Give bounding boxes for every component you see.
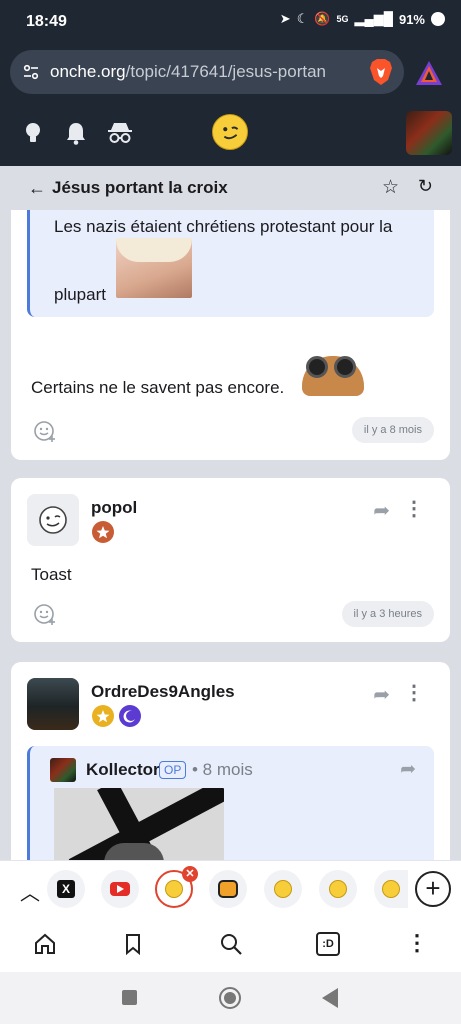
- incognito-icon[interactable]: [106, 120, 134, 146]
- signal-icon: ▂▄▆█: [354, 11, 393, 26]
- author-name[interactable]: OrdreDes9Angles: [91, 682, 235, 702]
- recents-icon[interactable]: [122, 990, 137, 1005]
- more-options-icon[interactable]: ⋮: [404, 496, 424, 521]
- rank-badge-icon: [92, 521, 114, 543]
- tabs-count-icon[interactable]: :D: [316, 932, 340, 956]
- status-bar: 18:49 ➤ ☾ 🔕 5G ▂▄▆█ 91%: [0, 0, 461, 44]
- brave-shields-icon[interactable]: [368, 58, 394, 86]
- new-tab-plus-icon[interactable]: +: [415, 871, 451, 907]
- hamster-sticker: [294, 350, 370, 396]
- url-text[interactable]: onche.org/topic/417641/jesus-portan: [50, 62, 350, 82]
- tab-onche-4[interactable]: [374, 870, 408, 908]
- gold-badge-icon: [92, 705, 114, 727]
- site-logo-icon[interactable]: [212, 114, 248, 150]
- back-arrow-icon[interactable]: ←: [28, 178, 46, 199]
- tab-onche-3[interactable]: [319, 870, 357, 908]
- author-avatar[interactable]: [27, 494, 79, 546]
- tab-youtube[interactable]: [101, 870, 139, 908]
- share-icon[interactable]: ➦: [373, 498, 390, 523]
- user-avatar[interactable]: [406, 111, 452, 155]
- post-timestamp: il y a 3 heures: [341, 601, 434, 627]
- close-tab-icon[interactable]: ✕: [182, 866, 198, 882]
- onche-tab-icon: [329, 880, 347, 898]
- onche-tab-icon: [165, 880, 183, 898]
- author-name[interactable]: popol: [91, 498, 137, 518]
- post-card: popol ➦ ⋮ Toast il y a 3 heures: [11, 478, 450, 642]
- quoted-author-name[interactable]: Kollector: [86, 760, 160, 780]
- topic-title-bar: ← Jésus portant la croix ☆ ↻: [0, 166, 461, 210]
- status-icons: ➤ ☾ 🔕 5G ▂▄▆█ 91%: [280, 11, 445, 27]
- home-system-icon[interactable]: [219, 987, 241, 1009]
- search-icon[interactable]: [219, 932, 243, 956]
- browser-toolbar: onche.org/topic/417641/jesus-portan: [0, 44, 461, 100]
- moon-badge-icon: [119, 705, 141, 727]
- x-logo-icon: X: [57, 880, 75, 898]
- post-body: Certains ne le savent pas encore.: [31, 378, 285, 397]
- more-options-icon[interactable]: ⋮: [404, 680, 424, 705]
- tab-game[interactable]: [209, 870, 247, 908]
- mute-icon: 🔕: [314, 11, 331, 26]
- collapse-chevron-icon[interactable]: ︿: [20, 877, 40, 906]
- site-header: [0, 100, 461, 166]
- post-timestamp: il y a 8 mois: [351, 417, 434, 443]
- quote-block: Les nazis étaient chrétiens protestant p…: [27, 210, 434, 317]
- url-path: /topic/417641/jesus-portan: [125, 62, 326, 81]
- post-card: OrdreDes9Angles ➦ ⋮ Kollector OP • 8 moi…: [11, 662, 450, 882]
- quoted-time: • 8 mois: [192, 760, 253, 779]
- quote-text-line2: plupart: [54, 285, 106, 304]
- home-icon[interactable]: [33, 932, 57, 956]
- network-label: 5G: [336, 14, 349, 24]
- share-icon[interactable]: ➦: [373, 682, 390, 707]
- quote-share-icon[interactable]: ➦: [400, 758, 416, 781]
- moon-icon: ☾: [296, 11, 309, 26]
- back-system-icon[interactable]: [322, 988, 338, 1008]
- topic-title: Jésus portant la croix: [52, 178, 228, 197]
- quote-text-line1: Les nazis étaient chrétiens protestant p…: [54, 217, 393, 236]
- tab-onche-2[interactable]: [264, 870, 302, 908]
- onche-tab-icon: [382, 880, 400, 898]
- url-host: onche.org: [50, 62, 126, 81]
- quoted-author-avatar[interactable]: [50, 758, 76, 782]
- tab-x[interactable]: X: [47, 870, 85, 908]
- bell-icon[interactable]: [63, 120, 89, 146]
- battery-label: 91%: [398, 11, 425, 27]
- onche-tab-icon: [274, 880, 292, 898]
- game-tab-icon: [218, 880, 238, 898]
- add-reaction-icon[interactable]: [33, 419, 57, 443]
- rewards-triangle-icon[interactable]: [415, 60, 443, 86]
- post-body: Toast: [31, 565, 72, 584]
- lightbulb-icon[interactable]: [20, 120, 46, 146]
- status-time: 18:49: [26, 13, 67, 30]
- add-reaction-icon[interactable]: [33, 602, 57, 626]
- bookmark-icon[interactable]: [121, 932, 145, 956]
- tab-strip: ︿ X ✕ +: [0, 860, 461, 916]
- refresh-icon[interactable]: ↻: [418, 176, 433, 197]
- battery-icon: [431, 12, 445, 26]
- op-badge: OP: [159, 761, 187, 779]
- default-avatar-icon: [39, 506, 67, 534]
- system-navigation: [0, 972, 461, 1024]
- address-bar[interactable]: onche.org/topic/417641/jesus-portan: [10, 50, 404, 94]
- browser-navbar: :D ⋮: [0, 916, 461, 972]
- location-icon: ➤: [279, 11, 291, 26]
- site-settings-icon[interactable]: [22, 63, 40, 81]
- youtube-icon: [110, 882, 130, 896]
- sticker-image: [116, 238, 192, 298]
- star-icon[interactable]: ☆: [382, 176, 399, 199]
- post-card: Les nazis étaient chrétiens protestant p…: [11, 210, 450, 460]
- menu-dots-icon[interactable]: ⋮: [405, 932, 429, 956]
- author-avatar[interactable]: [27, 678, 79, 730]
